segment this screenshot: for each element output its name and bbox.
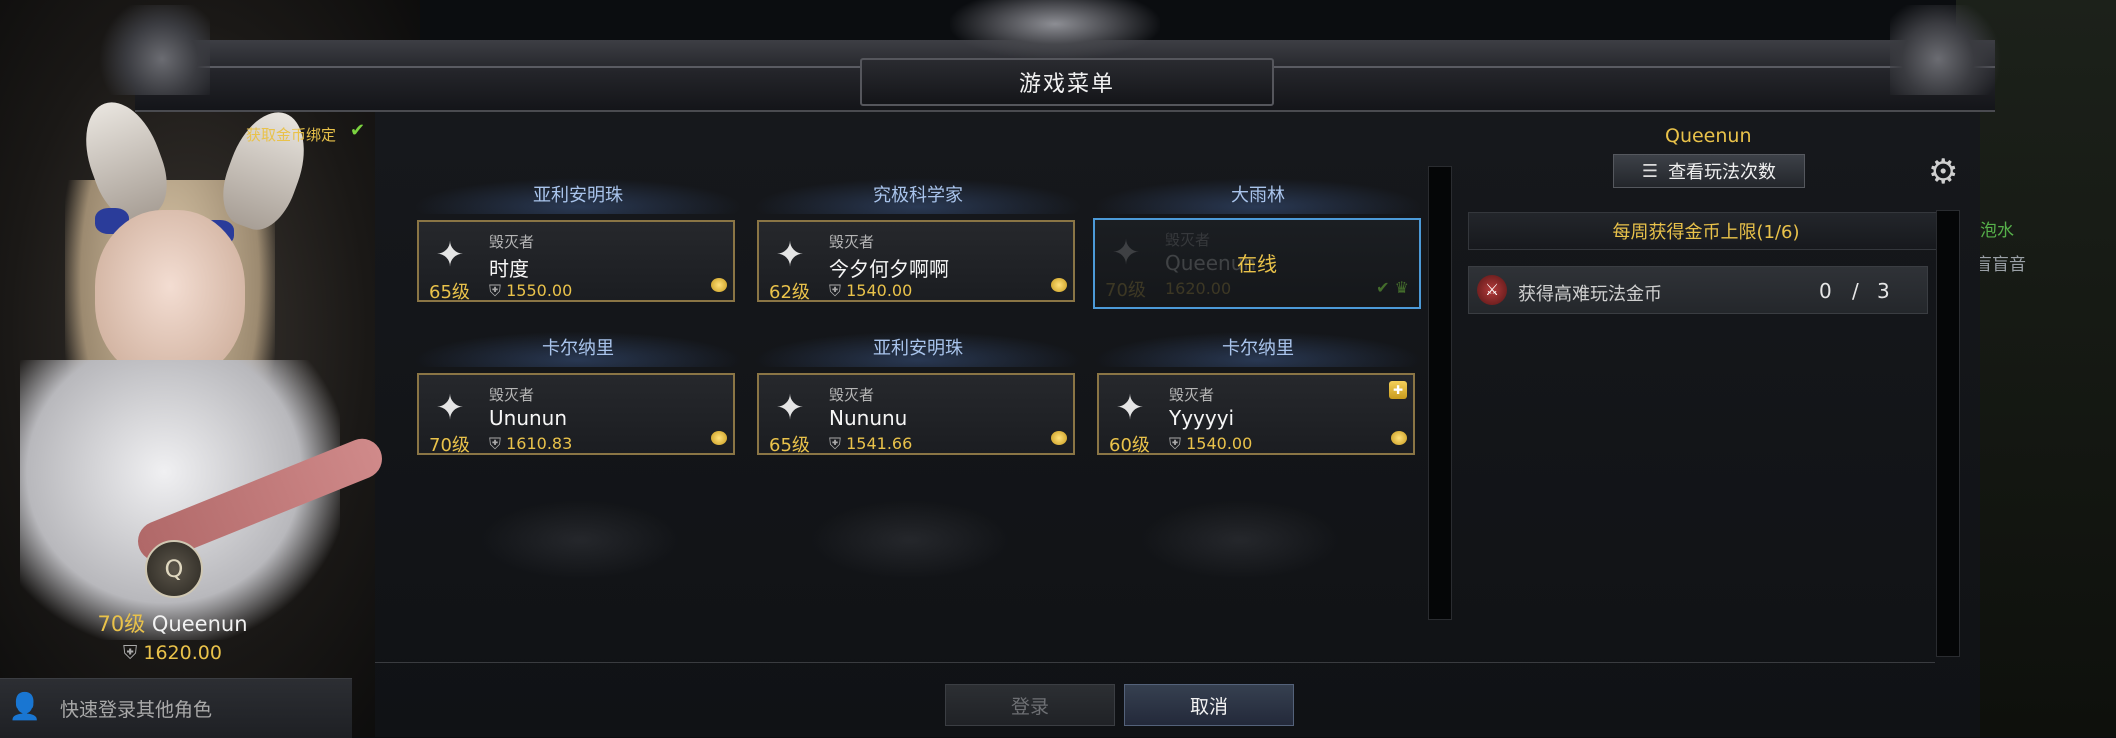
decorative-crest bbox=[810, 500, 1010, 580]
character-level: 65级 bbox=[769, 435, 810, 456]
character-level: 65级 bbox=[429, 282, 470, 303]
selected-character-name-text: Queenun bbox=[151, 612, 248, 636]
selected-character-level: 70级 bbox=[97, 612, 146, 636]
gold-coin-icon bbox=[1051, 278, 1067, 292]
login-button[interactable]: 登录 bbox=[945, 684, 1115, 726]
class-emblem-icon: ✦ bbox=[775, 388, 805, 428]
character-power: ⛨ 1540.00 bbox=[829, 281, 913, 300]
power-icon: ⛨ bbox=[489, 281, 507, 300]
server-label: 究极科学家 bbox=[753, 178, 1083, 214]
power-icon: ⛨ bbox=[829, 434, 847, 453]
class-emblem-icon: ✦ bbox=[1115, 388, 1145, 428]
character-card[interactable]: ✦ 毁灭者 时度 65级 ⛨ 1550.00 bbox=[417, 220, 735, 303]
character-class: 毁灭者 bbox=[489, 386, 535, 404]
quick-login-label: 快速登录其他角色 bbox=[60, 699, 213, 721]
right-panel-character-name: Queenun bbox=[1665, 125, 1752, 147]
gear-icon[interactable]: ⚙ bbox=[1928, 152, 1958, 192]
server-label: 卡尔纳里 bbox=[413, 331, 743, 367]
power-icon: ⛨ bbox=[123, 642, 138, 664]
character-class: 毁灭者 bbox=[489, 233, 535, 251]
task-progress-total: 3 bbox=[1877, 279, 1890, 303]
character-portrait bbox=[0, 60, 415, 680]
selected-character-name: 70级 Queenun bbox=[0, 608, 345, 638]
character-power: ⛨ 1610.83 bbox=[489, 434, 573, 453]
power-icon: ⛨ bbox=[1169, 434, 1187, 453]
character-power: ⛨ 1541.66 bbox=[829, 434, 913, 453]
gold-coin-icon bbox=[711, 278, 727, 292]
quick-login-button[interactable]: 👤 快速登录其他角色 bbox=[0, 678, 352, 738]
power-icon: ⛨ bbox=[829, 281, 847, 300]
task-list-scrollbar[interactable] bbox=[1936, 210, 1960, 657]
character-class: 毁灭者 bbox=[829, 233, 875, 251]
task-progress-separator: / bbox=[1852, 279, 1859, 303]
character-card[interactable]: ✦ 毁灭者 Nununu 65级 ⛨ 1541.66 bbox=[757, 373, 1075, 456]
task-row: ⚔ 获得高难玩法金币 0 / 3 bbox=[1468, 266, 1928, 314]
character-level: 62级 bbox=[769, 282, 810, 303]
selected-character-power-text: 1620.00 bbox=[143, 642, 222, 664]
character-name: Unun­un bbox=[489, 406, 568, 430]
hard-mode-icon: ⚔ bbox=[1477, 275, 1507, 305]
character-power: ⛨ 1540.00 bbox=[1169, 434, 1253, 453]
server-label: 卡尔纳里 bbox=[1093, 331, 1423, 367]
selected-character-power: ⛨ 1620.00 bbox=[0, 642, 345, 664]
weekly-gold-limit-header: 每周获得金币上限(1/6) bbox=[1468, 212, 1944, 250]
character-name: Nununu bbox=[829, 406, 908, 430]
character-list-scrollbar[interactable] bbox=[1428, 166, 1452, 620]
background-text-1: 泡水 bbox=[1980, 221, 2014, 241]
gift-icon[interactable]: ✚ bbox=[1389, 381, 1407, 399]
decorative-crest bbox=[1140, 500, 1340, 580]
check-icon: ✔ ♛ bbox=[1376, 278, 1409, 297]
server-label: 大雨林 bbox=[1093, 178, 1423, 214]
class-emblem-icon: Q bbox=[145, 540, 203, 598]
background-text-2: 盲盲音 bbox=[1975, 255, 2026, 275]
character-level: 70级 bbox=[1105, 280, 1146, 301]
window-title: 游戏菜单 bbox=[860, 58, 1274, 106]
view-play-count-label: 查看玩法次数 bbox=[1668, 162, 1777, 183]
character-power: ⛨ 1550.00 bbox=[489, 281, 573, 300]
character-level: 60级 bbox=[1109, 435, 1150, 456]
class-emblem-icon: ✦ bbox=[435, 388, 465, 428]
decorative-crest bbox=[480, 500, 680, 580]
server-label: 亚利安明珠 bbox=[753, 331, 1083, 367]
character-card[interactable]: ✦ 毁灭者 Yyyyyi 60级 ⛨ 1540.00 ✚ bbox=[1097, 373, 1415, 456]
gold-coin-icon bbox=[1051, 431, 1067, 445]
gold-coin-icon bbox=[1391, 431, 1407, 445]
character-class: 毁灭者 bbox=[829, 386, 875, 404]
view-play-count-button[interactable]: ☰ 查看玩法次数 bbox=[1613, 154, 1805, 188]
character-class: 毁灭者 bbox=[1169, 386, 1215, 404]
character-card-selected[interactable]: ✦ 毁灭者 Queenun 70级 1620.00 在线 ✔ ♛ bbox=[1093, 218, 1421, 309]
character-name: 时度 bbox=[489, 257, 529, 281]
class-emblem-icon: ✦ bbox=[775, 235, 805, 275]
character-level: 70级 bbox=[429, 435, 470, 456]
character-power: 1620.00 bbox=[1165, 279, 1232, 298]
frame-ornament-center bbox=[950, 0, 1160, 60]
character-class: 毁灭者 bbox=[1165, 231, 1211, 249]
server-label: 亚利安明珠 bbox=[413, 178, 743, 214]
gold-bind-label[interactable]: 获取金币绑定 bbox=[246, 124, 336, 145]
character-name: 今夕何夕啊啊 bbox=[829, 257, 949, 281]
character-card[interactable]: ✦ 毁灭者 今夕何夕啊啊 62级 ⛨ 1540.00 bbox=[757, 220, 1075, 303]
user-switch-icon: 👤 bbox=[8, 691, 42, 722]
class-emblem-icon: ✦ bbox=[435, 235, 465, 275]
check-icon: ✔ bbox=[350, 120, 366, 141]
character-card[interactable]: ✦ 毁灭者 Unun­un 70级 ⛨ 1610.83 bbox=[417, 373, 735, 456]
gold-coin-icon bbox=[711, 431, 727, 445]
divider bbox=[375, 662, 1935, 663]
task-label: 获得高难玩法金币 bbox=[1518, 284, 1662, 305]
character-name: Yyyyyi bbox=[1169, 406, 1235, 430]
list-icon: ☰ bbox=[1641, 160, 1659, 182]
online-status: 在线 bbox=[1237, 252, 1277, 276]
task-progress-done: 0 bbox=[1819, 279, 1832, 303]
power-icon: ⛨ bbox=[489, 434, 507, 453]
frame-ornament-right bbox=[1890, 5, 2010, 95]
cancel-button[interactable]: 取消 bbox=[1124, 684, 1294, 726]
